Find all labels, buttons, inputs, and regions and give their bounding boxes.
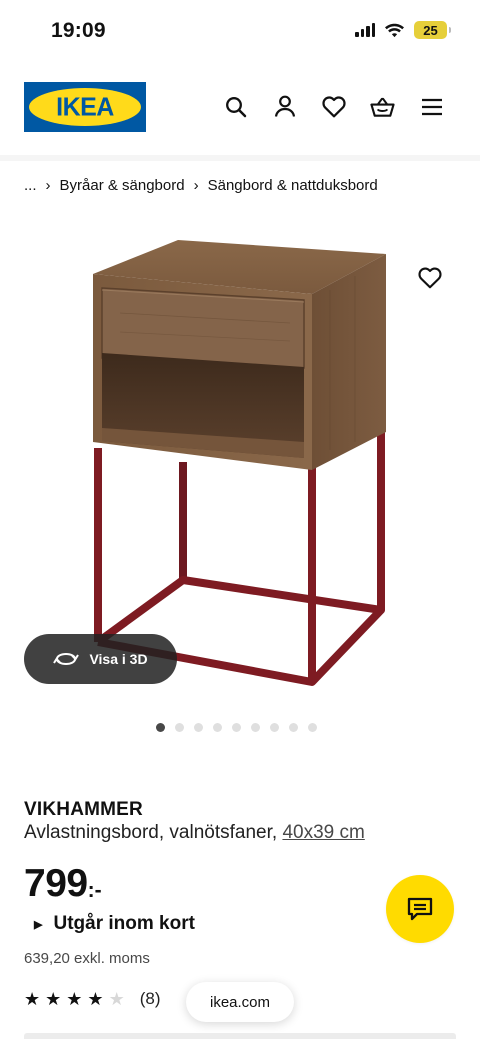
- pagination-dot[interactable]: [270, 723, 279, 732]
- price-value: 799: [24, 862, 88, 905]
- product-price: 799 :-: [24, 864, 102, 903]
- menu-icon[interactable]: [419, 94, 444, 119]
- star-icon: ★: [66, 989, 83, 1009]
- favorite-button[interactable]: [415, 263, 445, 293]
- availability-toggle[interactable]: ▶ Utgår inom kort: [34, 913, 195, 935]
- pagination-dot[interactable]: [194, 723, 203, 732]
- status-time: 19:09: [51, 19, 106, 42]
- rating-stars: ★ ★ ★ ★ ★: [24, 990, 125, 1008]
- chat-button[interactable]: [386, 875, 454, 943]
- logo-text: IKEA: [56, 91, 114, 122]
- wifi-icon: [385, 23, 404, 37]
- battery-indicator: 25: [414, 21, 451, 39]
- basket-icon[interactable]: [370, 94, 395, 119]
- search-icon[interactable]: [223, 94, 248, 119]
- star-icon: ★: [87, 989, 104, 1009]
- header-divider: [0, 155, 480, 161]
- view-3d-label: Visa i 3D: [89, 651, 148, 667]
- logo-oval: IKEA: [29, 88, 141, 126]
- review-count[interactable]: (8): [140, 989, 161, 1009]
- star-icon: ★: [45, 989, 62, 1009]
- url-text: ikea.com: [209, 993, 271, 1011]
- image-pagination: [156, 723, 317, 732]
- breadcrumb: ... › Byråar & sängbord › Sängbord & nat…: [24, 177, 378, 194]
- chevron-right-icon: ›: [45, 177, 51, 194]
- user-icon[interactable]: [272, 94, 297, 119]
- status-icons: 25: [355, 21, 451, 39]
- heart-icon: [418, 267, 442, 289]
- breadcrumb-item-bedside-tables[interactable]: Sängbord & nattduksbord: [208, 177, 378, 194]
- price-suffix: :-: [87, 879, 102, 902]
- pagination-dot[interactable]: [289, 723, 298, 732]
- pagination-dot[interactable]: [213, 723, 222, 732]
- heart-icon[interactable]: [321, 94, 346, 119]
- pagination-dot[interactable]: [308, 723, 317, 732]
- site-header: IKEA: [0, 82, 480, 134]
- bottom-section-edge: [24, 1033, 456, 1039]
- cellular-signal-icon: [355, 23, 375, 37]
- chevron-right-icon: ›: [193, 177, 199, 194]
- ikea-logo[interactable]: IKEA: [24, 82, 146, 132]
- product-name: VIKHAMMER: [24, 799, 143, 820]
- price-excl-vat: 639,20 exkl. moms: [24, 950, 150, 967]
- header-icons: [223, 94, 444, 119]
- availability-text: Utgår inom kort: [53, 913, 195, 934]
- status-bar: 19:09 25: [0, 0, 480, 64]
- star-icon: ★: [108, 989, 125, 1009]
- pagination-dot[interactable]: [175, 723, 184, 732]
- rotate-3d-icon: [53, 652, 80, 666]
- product-description-text: Avlastningsbord, valnötsfaner,: [24, 822, 278, 843]
- caret-right-icon: ▶: [34, 918, 43, 931]
- breadcrumb-ellipsis[interactable]: ...: [24, 177, 37, 194]
- star-icon: ★: [24, 989, 41, 1009]
- pagination-dot[interactable]: [232, 723, 241, 732]
- product-rating[interactable]: ★ ★ ★ ★ ★ (8): [24, 989, 160, 1009]
- browser-url-bar[interactable]: ikea.com: [186, 982, 294, 1022]
- view-3d-button[interactable]: Visa i 3D: [24, 634, 177, 684]
- product-description: Avlastningsbord, valnötsfaner, 40x39 cm: [24, 822, 365, 844]
- breadcrumb-item-dressers[interactable]: Byråar & sängbord: [60, 177, 185, 194]
- chat-icon: [407, 897, 433, 921]
- pagination-dot[interactable]: [251, 723, 260, 732]
- product-size-link[interactable]: 40x39 cm: [282, 822, 364, 843]
- pagination-dot[interactable]: [156, 723, 165, 732]
